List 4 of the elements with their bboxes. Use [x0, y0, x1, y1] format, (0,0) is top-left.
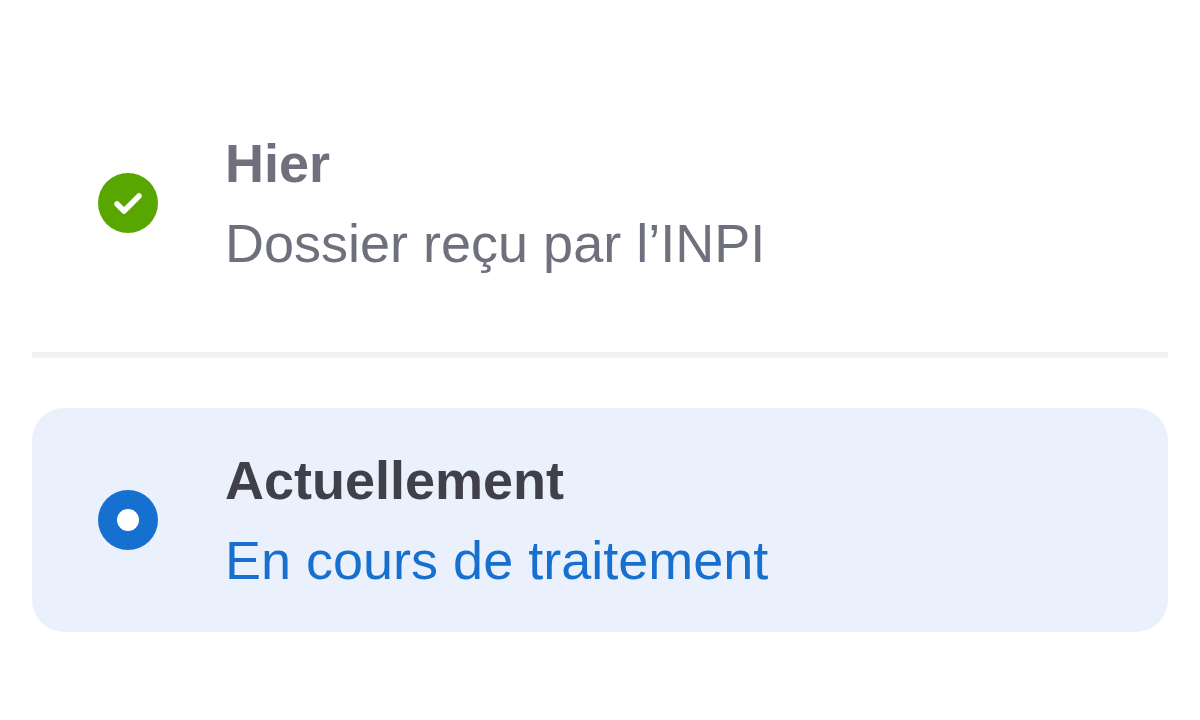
step-title: Actuellement — [225, 449, 566, 512]
step-status: Dossier reçu par l’INPI — [225, 212, 766, 275]
step-title: Hier — [225, 132, 332, 195]
step-status: En cours de traitement — [225, 529, 769, 592]
